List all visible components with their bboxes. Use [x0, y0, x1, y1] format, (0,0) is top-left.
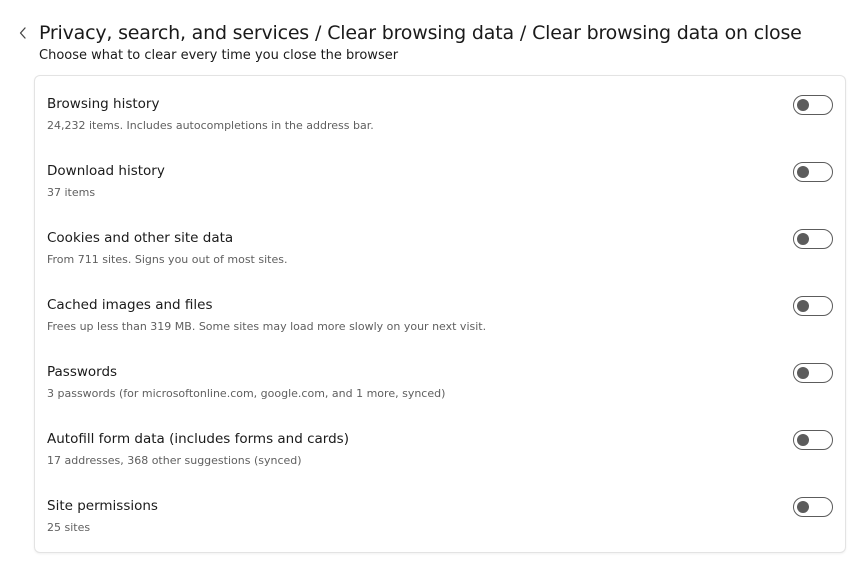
breadcrumb: Privacy, search, and services / Clear brow…: [39, 18, 802, 48]
breadcrumb-clear-browsing-data[interactable]: Clear browsing data: [327, 22, 514, 44]
setting-row-cookies: Cookies and other site data From 711 sit…: [35, 210, 845, 277]
setting-description: 25 sites: [47, 521, 91, 534]
setting-title: Cookies and other site data: [47, 230, 234, 246]
setting-row-site-permissions: Site permissions 25 sites: [35, 478, 845, 545]
browsing-history-toggle[interactable]: [793, 95, 833, 115]
download-history-toggle[interactable]: [793, 162, 833, 182]
toggle-knob: [797, 99, 809, 111]
page-header: Privacy, search, and services / Clear brow…: [0, 18, 868, 50]
chevron-left-icon: [18, 26, 28, 40]
setting-description: 37 items: [47, 186, 96, 199]
site-permissions-toggle[interactable]: [793, 497, 833, 517]
clear-on-close-card: Browsing history 24,232 items. Includes …: [34, 75, 846, 553]
setting-title: Site permissions: [47, 498, 158, 514]
toggle-knob: [797, 367, 809, 379]
breadcrumb-privacy[interactable]: Privacy, search, and services: [39, 22, 309, 44]
toggle-knob: [797, 434, 809, 446]
setting-title: Cached images and files: [47, 297, 213, 313]
setting-description: 24,232 items. Includes autocompletions i…: [47, 119, 374, 132]
setting-description: 17 addresses, 368 other suggestions (syn…: [47, 454, 302, 467]
setting-row-passwords: Passwords 3 passwords (for microsoftonli…: [35, 344, 845, 411]
passwords-toggle[interactable]: [793, 363, 833, 383]
cached-images-toggle[interactable]: [793, 296, 833, 316]
setting-title: Download history: [47, 163, 165, 179]
setting-title: Browsing history: [47, 96, 160, 112]
page-subtitle: Choose what to clear every time you clos…: [39, 48, 399, 63]
toggle-knob: [797, 300, 809, 312]
breadcrumb-separator: /: [519, 22, 527, 44]
breadcrumb-separator: /: [315, 22, 322, 44]
back-button[interactable]: [12, 21, 34, 45]
setting-row-browsing-history: Browsing history 24,232 items. Includes …: [35, 76, 845, 143]
toggle-knob: [797, 501, 809, 513]
setting-row-download-history: Download history 37 items: [35, 143, 845, 210]
setting-title: Passwords: [47, 364, 118, 380]
toggle-knob: [797, 233, 809, 245]
setting-description: 3 passwords (for microsoftonline.com, go…: [47, 387, 446, 400]
page-title: Clear browsing data on close: [532, 22, 802, 44]
setting-description: Frees up less than 319 MB. Some sites ma…: [47, 320, 487, 333]
setting-title: Autofill form data (includes forms and c…: [47, 431, 349, 447]
autofill-toggle[interactable]: [793, 430, 833, 450]
setting-row-autofill: Autofill form data (includes forms and c…: [35, 411, 845, 478]
setting-row-cached-images: Cached images and files Frees up less th…: [35, 277, 845, 344]
settings-page: Privacy, search, and services / Clear brow…: [0, 0, 868, 570]
cookies-toggle[interactable]: [793, 229, 833, 249]
setting-description: From 711 sites. Signs you out of most si…: [47, 253, 288, 266]
toggle-knob: [797, 166, 809, 178]
